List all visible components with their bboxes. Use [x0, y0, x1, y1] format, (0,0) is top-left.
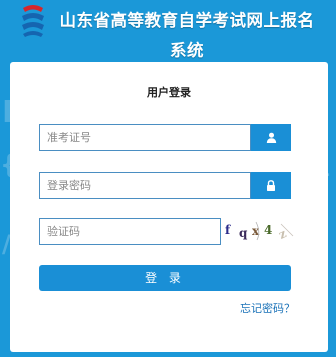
exam-authority-logo-icon — [22, 5, 44, 37]
header: 山东省高等教育自学考试网上报名系统 — [0, 0, 336, 62]
user-icon — [266, 132, 276, 143]
login-button[interactable]: 登 录 — [39, 265, 291, 291]
user-icon-button — [251, 124, 291, 151]
captcha-image[interactable]: f q x 4 z — [223, 218, 295, 245]
login-card: 用户登录 准考证号 登录密码 验证码 f q x 4 z 登 录 忘记密码？ — [10, 62, 328, 352]
captcha-placeholder: 验证码 — [47, 225, 80, 238]
lock-icon-button — [251, 172, 291, 199]
password-placeholder: 登录密码 — [47, 179, 91, 192]
page-title: 山东省高等教育自学考试网上报名系统 — [59, 11, 315, 60]
exam-number-placeholder: 准考证号 — [47, 131, 91, 144]
captcha-input[interactable]: 验证码 — [39, 218, 221, 245]
forgot-password-link[interactable]: 忘记密码？ — [240, 300, 295, 316]
login-title: 用户登录 — [147, 86, 191, 99]
captcha-noise — [255, 221, 294, 241]
exam-number-input[interactable]: 准考证号 — [39, 124, 251, 151]
lock-icon — [267, 180, 275, 191]
password-input[interactable]: 登录密码 — [39, 172, 251, 199]
